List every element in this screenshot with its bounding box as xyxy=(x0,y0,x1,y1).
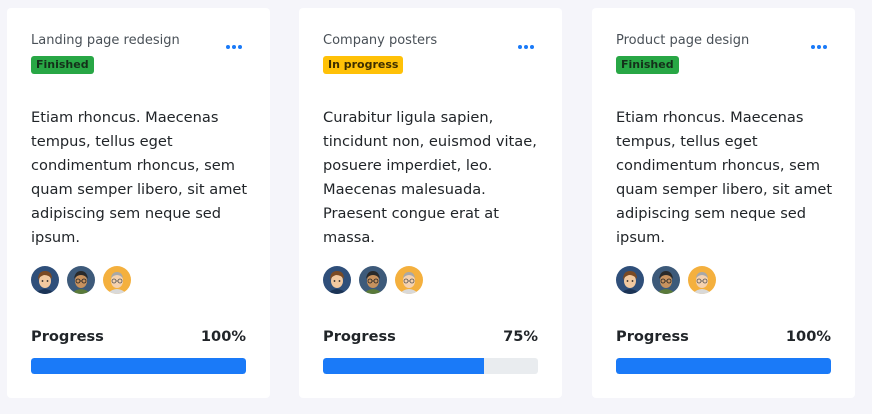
avatar[interactable] xyxy=(652,266,680,294)
avatar[interactable] xyxy=(67,266,95,294)
progress-bar xyxy=(616,358,831,374)
card-header: Company posters In progress xyxy=(323,8,538,106)
card-title: Landing page redesign xyxy=(31,33,180,48)
avatar[interactable] xyxy=(688,266,716,294)
progress-value: 100% xyxy=(785,328,831,345)
avatar[interactable] xyxy=(323,266,351,294)
status-badge: In progress xyxy=(323,56,404,74)
avatar-brown-hair-icon xyxy=(323,266,351,294)
avatar-grey-hair-glasses-icon xyxy=(103,266,131,294)
avatar-group xyxy=(31,266,131,294)
status-badge: Finished xyxy=(616,56,679,74)
project-card: Product page design Finished Etiam rhonc… xyxy=(592,8,855,398)
progress-value: 75% xyxy=(503,328,538,345)
progress-value: 100% xyxy=(200,328,246,345)
avatar-grey-hair-glasses-icon xyxy=(688,266,716,294)
card-description: Etiam rhoncus. Maecenas tempus, tellus e… xyxy=(616,109,833,246)
more-dots-icon xyxy=(811,45,815,49)
avatar[interactable] xyxy=(616,266,644,294)
avatar-brown-hair-icon xyxy=(31,266,59,294)
card-header: Product page design Finished xyxy=(616,8,831,106)
progress-row: Progress 75% xyxy=(323,328,538,348)
progress-bar-fill xyxy=(616,358,831,374)
more-dots-icon xyxy=(226,45,230,49)
avatar-brown-hair-icon xyxy=(616,266,644,294)
status-badge: Finished xyxy=(31,56,94,74)
more-dot xyxy=(238,45,242,49)
progress-bar-fill xyxy=(31,358,246,374)
more-options-button[interactable] xyxy=(222,43,246,51)
avatar-dark-hair-glasses-icon xyxy=(359,266,387,294)
more-options-button[interactable] xyxy=(807,43,831,51)
progress-bar xyxy=(323,358,538,374)
more-dot xyxy=(524,45,528,49)
progress-bar xyxy=(31,358,246,374)
more-options-button[interactable] xyxy=(514,43,538,51)
avatar-grey-hair-glasses-icon xyxy=(395,266,423,294)
card-header: Landing page redesign Finished xyxy=(31,8,246,106)
avatar[interactable] xyxy=(31,266,59,294)
more-dot xyxy=(823,45,827,49)
more-dot xyxy=(530,45,534,49)
avatar-dark-hair-glasses-icon xyxy=(67,266,95,294)
progress-label: Progress xyxy=(323,328,396,345)
avatar[interactable] xyxy=(103,266,131,294)
progress-bar-fill xyxy=(323,358,485,374)
avatar[interactable] xyxy=(359,266,387,294)
avatar-group xyxy=(616,266,716,294)
progress-row: Progress 100% xyxy=(31,328,246,348)
more-dots-icon xyxy=(518,45,522,49)
project-card: Company posters In progress Curabitur li… xyxy=(299,8,562,398)
card-title: Company posters xyxy=(323,33,438,48)
avatar-dark-hair-glasses-icon xyxy=(652,266,680,294)
card-description: Etiam rhoncus. Maecenas tempus, tellus e… xyxy=(31,109,248,246)
progress-label: Progress xyxy=(31,328,104,345)
project-card: Landing page redesign Finished Etiam rho… xyxy=(7,8,270,398)
avatar[interactable] xyxy=(395,266,423,294)
progress-label: Progress xyxy=(616,328,689,345)
card-description: Curabitur ligula sapien, tincidunt non, … xyxy=(323,109,537,246)
card-title: Product page design xyxy=(616,33,750,48)
progress-row: Progress 100% xyxy=(616,328,831,348)
more-dot xyxy=(232,45,236,49)
more-dot xyxy=(817,45,821,49)
avatar-group xyxy=(323,266,423,294)
